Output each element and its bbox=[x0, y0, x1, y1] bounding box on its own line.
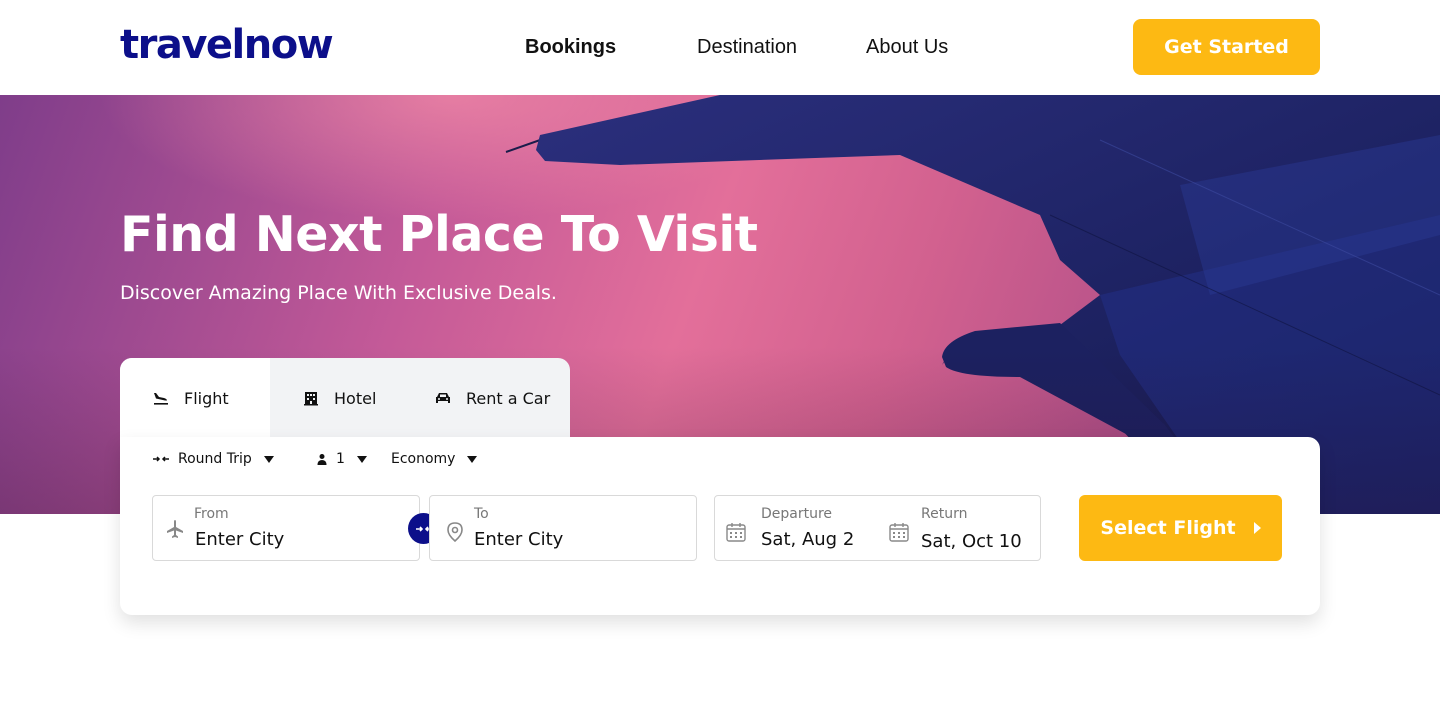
departure-label: Departure bbox=[761, 506, 833, 522]
car-icon bbox=[436, 393, 450, 403]
calendar-icon bbox=[726, 523, 746, 542]
date-range-field[interactable]: Departure Sat, Aug 2 Return Sat, Oct 10 bbox=[714, 495, 1041, 561]
hero-subtitle: Discover Amazing Place With Exclusive De… bbox=[120, 282, 557, 304]
get-started-button[interactable]: Get Started bbox=[1133, 19, 1320, 75]
tab-hotel[interactable]: Hotel bbox=[270, 358, 410, 438]
plane-icon bbox=[167, 520, 183, 538]
tab-label: Hotel bbox=[334, 388, 377, 408]
tab-label: Flight bbox=[184, 388, 229, 408]
location-pin-icon bbox=[447, 522, 463, 542]
logo[interactable]: travelnow bbox=[120, 22, 334, 68]
tab-rent-a-car[interactable]: Rent a Car bbox=[410, 358, 570, 438]
passengers-select[interactable]: 1 bbox=[316, 449, 367, 469]
from-label: From bbox=[194, 506, 229, 522]
building-icon bbox=[304, 392, 318, 406]
cabin-class-value: Economy bbox=[391, 451, 456, 467]
hero-title: Find Next Place To Visit bbox=[120, 206, 758, 263]
from-field[interactable]: From Enter City bbox=[152, 495, 420, 561]
header: travelnow Bookings Destination About Us … bbox=[0, 0, 1440, 95]
swap-arrows-icon bbox=[153, 456, 169, 462]
flight-search-card: Round Trip 1 Economy From Enter City To … bbox=[120, 437, 1320, 615]
cabin-class-select[interactable]: Economy bbox=[391, 449, 478, 469]
passengers-value: 1 bbox=[336, 451, 345, 467]
nav-destination[interactable]: Destination bbox=[697, 36, 797, 59]
nav-bookings[interactable]: Bookings bbox=[525, 36, 616, 59]
calendar-icon bbox=[889, 523, 909, 542]
to-value: Enter City bbox=[474, 529, 564, 550]
return-label: Return bbox=[921, 506, 968, 522]
person-icon bbox=[317, 454, 327, 465]
to-label: To bbox=[474, 506, 489, 522]
select-flight-button[interactable]: Select Flight bbox=[1079, 495, 1282, 561]
chevron-down-icon bbox=[467, 455, 478, 463]
chevron-down-icon bbox=[263, 455, 274, 463]
departure-value: Sat, Aug 2 bbox=[761, 529, 855, 550]
tab-label: Rent a Car bbox=[466, 388, 551, 408]
trip-type-select[interactable]: Round Trip bbox=[152, 449, 274, 469]
caret-right-icon bbox=[1253, 522, 1261, 534]
return-value: Sat, Oct 10 bbox=[921, 531, 1022, 552]
tab-flight[interactable]: Flight bbox=[120, 358, 270, 438]
select-flight-label: Select Flight bbox=[1100, 517, 1236, 539]
chevron-down-icon bbox=[356, 455, 367, 463]
to-field[interactable]: To Enter City bbox=[429, 495, 697, 561]
booking-tabs: Flight Hotel Rent a Car bbox=[120, 358, 570, 438]
trip-type-value: Round Trip bbox=[178, 451, 252, 467]
nav-about-us[interactable]: About Us bbox=[866, 36, 948, 59]
from-value: Enter City bbox=[195, 529, 285, 550]
plane-landing-icon bbox=[154, 393, 168, 405]
